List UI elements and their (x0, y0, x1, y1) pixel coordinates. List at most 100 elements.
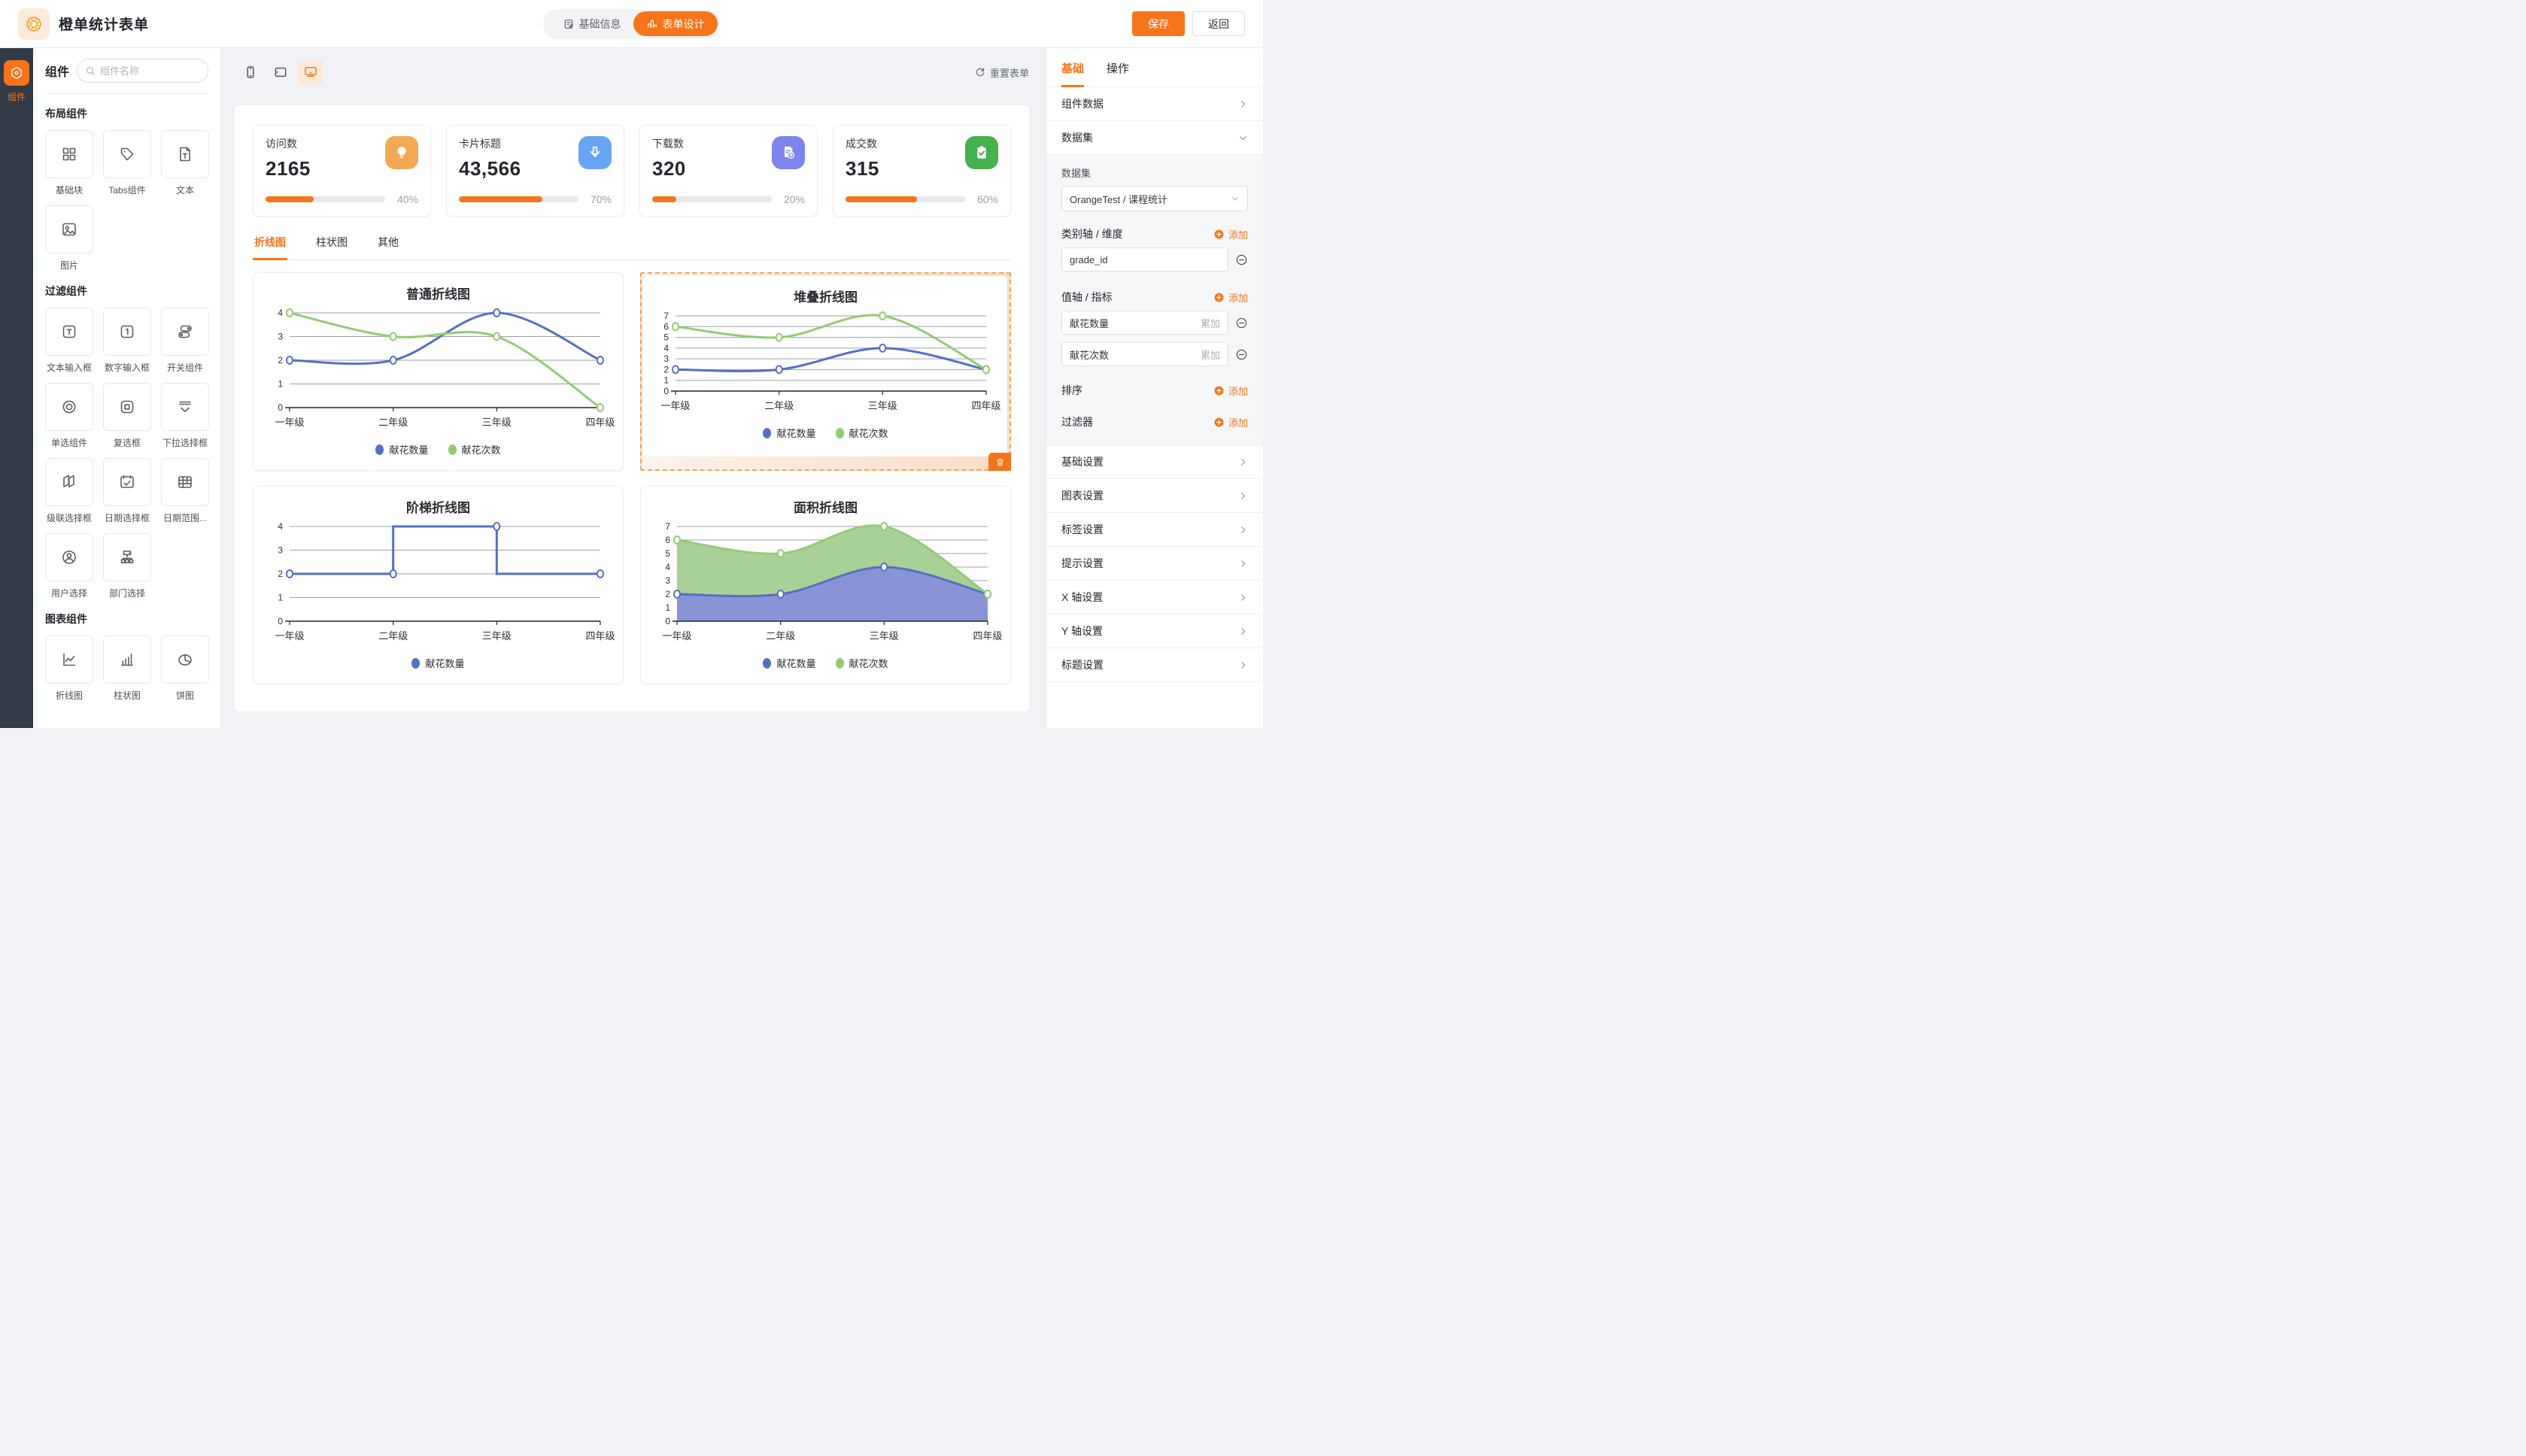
palette-item[interactable]: Tabs组件 (103, 130, 151, 196)
palette-item[interactable]: 文本输入框 (45, 308, 93, 374)
settings-row-label: Y 轴设置 (1061, 623, 1103, 639)
stat-card[interactable]: 成交数31560% (833, 125, 1011, 217)
palette-item[interactable]: 日期范围... (161, 458, 209, 524)
palette-item-label: 部门选择 (103, 587, 151, 599)
palette-item[interactable]: 下拉选择框 (161, 383, 209, 449)
bulb-icon (385, 136, 418, 169)
palette-item-label: Tabs组件 (103, 184, 151, 196)
device-phone-button[interactable] (238, 59, 263, 85)
settings-row[interactable]: 标签设置 (1046, 513, 1263, 547)
charts-grid: 普通折线图01234一年级二年级三年级四年级献花数量献花次数堆叠折线图01234… (253, 272, 1011, 684)
minus-circle-icon (1235, 317, 1248, 329)
back-button[interactable]: 返回 (1192, 11, 1245, 36)
add-sort-button[interactable]: 添加 (1213, 384, 1248, 398)
inspector-tabs: 基础 操作 (1046, 48, 1263, 87)
palette-item[interactable]: 文本 (161, 130, 209, 196)
palette-item[interactable]: 折线图 (45, 635, 93, 702)
add-filter-button[interactable]: 添加 (1213, 415, 1248, 429)
inspector-tab-basic[interactable]: 基础 (1061, 60, 1084, 87)
device-tablet-button[interactable] (268, 59, 293, 85)
chevron-right-icon (1238, 660, 1248, 670)
tab-basic-info[interactable]: 基础信息 (551, 17, 633, 32)
reset-form-button[interactable]: 重置表单 (975, 65, 1029, 80)
chart-plot: 01234567一年级二年级三年级四年级 (650, 516, 1001, 654)
palette-item-label: 用户选择 (45, 587, 93, 599)
dimension-field[interactable]: grade_id (1061, 247, 1228, 271)
save-button[interactable]: 保存 (1132, 11, 1185, 36)
svg-text:二年级: 二年级 (378, 417, 408, 428)
component-search[interactable] (77, 59, 208, 83)
palette-item[interactable]: 复选框 (103, 383, 151, 449)
svg-text:4: 4 (663, 343, 669, 353)
legend-item: 献花数量 (763, 656, 815, 670)
palette-item[interactable]: 柱状图 (103, 635, 151, 702)
chart-card[interactable]: 普通折线图01234一年级二年级三年级四年级献花数量献花次数 (253, 272, 624, 471)
chevron-right-icon (1238, 626, 1248, 636)
settings-row[interactable]: 基础设置 (1046, 445, 1263, 479)
inspector-tab-actions[interactable]: 操作 (1107, 60, 1129, 87)
settings-row[interactable]: 提示设置 (1046, 547, 1263, 581)
palette-item[interactable]: 开关组件 (161, 308, 209, 374)
radio-icon (60, 398, 78, 416)
remove-dimension-button[interactable] (1235, 253, 1248, 266)
palette-item-label: 柱状图 (103, 689, 151, 702)
chart-card[interactable]: 面积折线图01234567一年级二年级三年级四年级献花数量献花次数 (640, 486, 1011, 684)
desktop-icon (303, 65, 318, 80)
legend-item: 献花数量 (375, 442, 428, 457)
chart-tab[interactable]: 折线图 (253, 235, 287, 260)
palette-item[interactable]: 基础块 (45, 130, 93, 196)
input-text-icon (60, 323, 78, 341)
add-dimension-button[interactable]: 添加 (1213, 227, 1248, 241)
svg-text:三年级: 三年级 (482, 417, 512, 428)
settings-row[interactable]: X 轴设置 (1046, 581, 1263, 614)
palette-item[interactable]: 部门选择 (103, 533, 151, 599)
palette-item[interactable]: 数字输入框 (103, 308, 151, 374)
rail-components-button[interactable] (4, 60, 29, 86)
settings-row[interactable]: Y 轴设置 (1046, 614, 1263, 648)
chart-card[interactable]: 阶梯折线图01234一年级二年级三年级四年级献花数量 (253, 486, 624, 684)
metric-field[interactable]: 献花数量累加 (1061, 311, 1228, 335)
metric-fields: 献花数量累加献花次数累加 (1061, 311, 1248, 366)
dataset-select[interactable]: OrangeTest / 课程统计 (1061, 186, 1248, 211)
checkbox-icon (118, 398, 136, 416)
chart-tab[interactable]: 柱状图 (314, 235, 349, 260)
component-data-label: 组件数据 (1061, 96, 1104, 111)
stat-card[interactable]: 卡片标题43,56670% (446, 125, 624, 217)
stat-card[interactable]: 访问数216540% (253, 125, 431, 217)
metric-field[interactable]: 献花次数累加 (1061, 342, 1228, 366)
search-icon (85, 65, 96, 76)
stat-card[interactable]: 下载数32020% (639, 125, 818, 217)
chevron-right-icon (1238, 457, 1248, 467)
remove-metric-button[interactable] (1235, 348, 1248, 361)
palette-item[interactable]: 用户选择 (45, 533, 93, 599)
svg-text:6: 6 (665, 535, 670, 545)
dataset-section-row[interactable]: 数据集 (1046, 121, 1263, 155)
device-desktop-button[interactable] (298, 59, 323, 85)
palette-item-label: 文本输入框 (45, 361, 93, 374)
settings-row[interactable]: 标题设置 (1046, 648, 1263, 682)
palette-section-title: 图表组件 (45, 611, 208, 626)
switch-icon (176, 323, 194, 341)
palette-item[interactable]: 日期选择框 (103, 458, 151, 524)
component-data-row[interactable]: 组件数据 (1046, 87, 1263, 121)
settings-row[interactable]: 图表设置 (1046, 479, 1263, 513)
chart-tab[interactable]: 其他 (376, 235, 400, 260)
delete-widget-button[interactable] (988, 453, 1011, 471)
calendar-range-icon (176, 473, 194, 491)
add-metric-button[interactable]: 添加 (1213, 290, 1248, 305)
remove-metric-button[interactable] (1235, 317, 1248, 329)
search-input[interactable] (100, 65, 175, 77)
chart-card[interactable]: 堆叠折线图01234567一年级二年级三年级四年级献花数量献花次数 (644, 276, 1007, 457)
palette-item[interactable]: 级联选择框 (45, 458, 93, 524)
tab-form-design[interactable]: 表单设计 (633, 11, 718, 36)
palette-item[interactable]: 单选组件 (45, 383, 93, 449)
palette-item-label: 复选框 (103, 436, 151, 449)
pie-chart-icon (176, 651, 194, 669)
dimension-fields: grade_id (1061, 247, 1248, 271)
palette-item[interactable]: 图片 (45, 205, 93, 271)
dataset-field-label: 数据集 (1061, 165, 1248, 180)
svg-text:一年级: 一年级 (275, 417, 304, 428)
select-icon (176, 398, 194, 416)
palette-item-label: 日期范围... (161, 511, 209, 524)
palette-item[interactable]: 饼图 (161, 635, 209, 702)
